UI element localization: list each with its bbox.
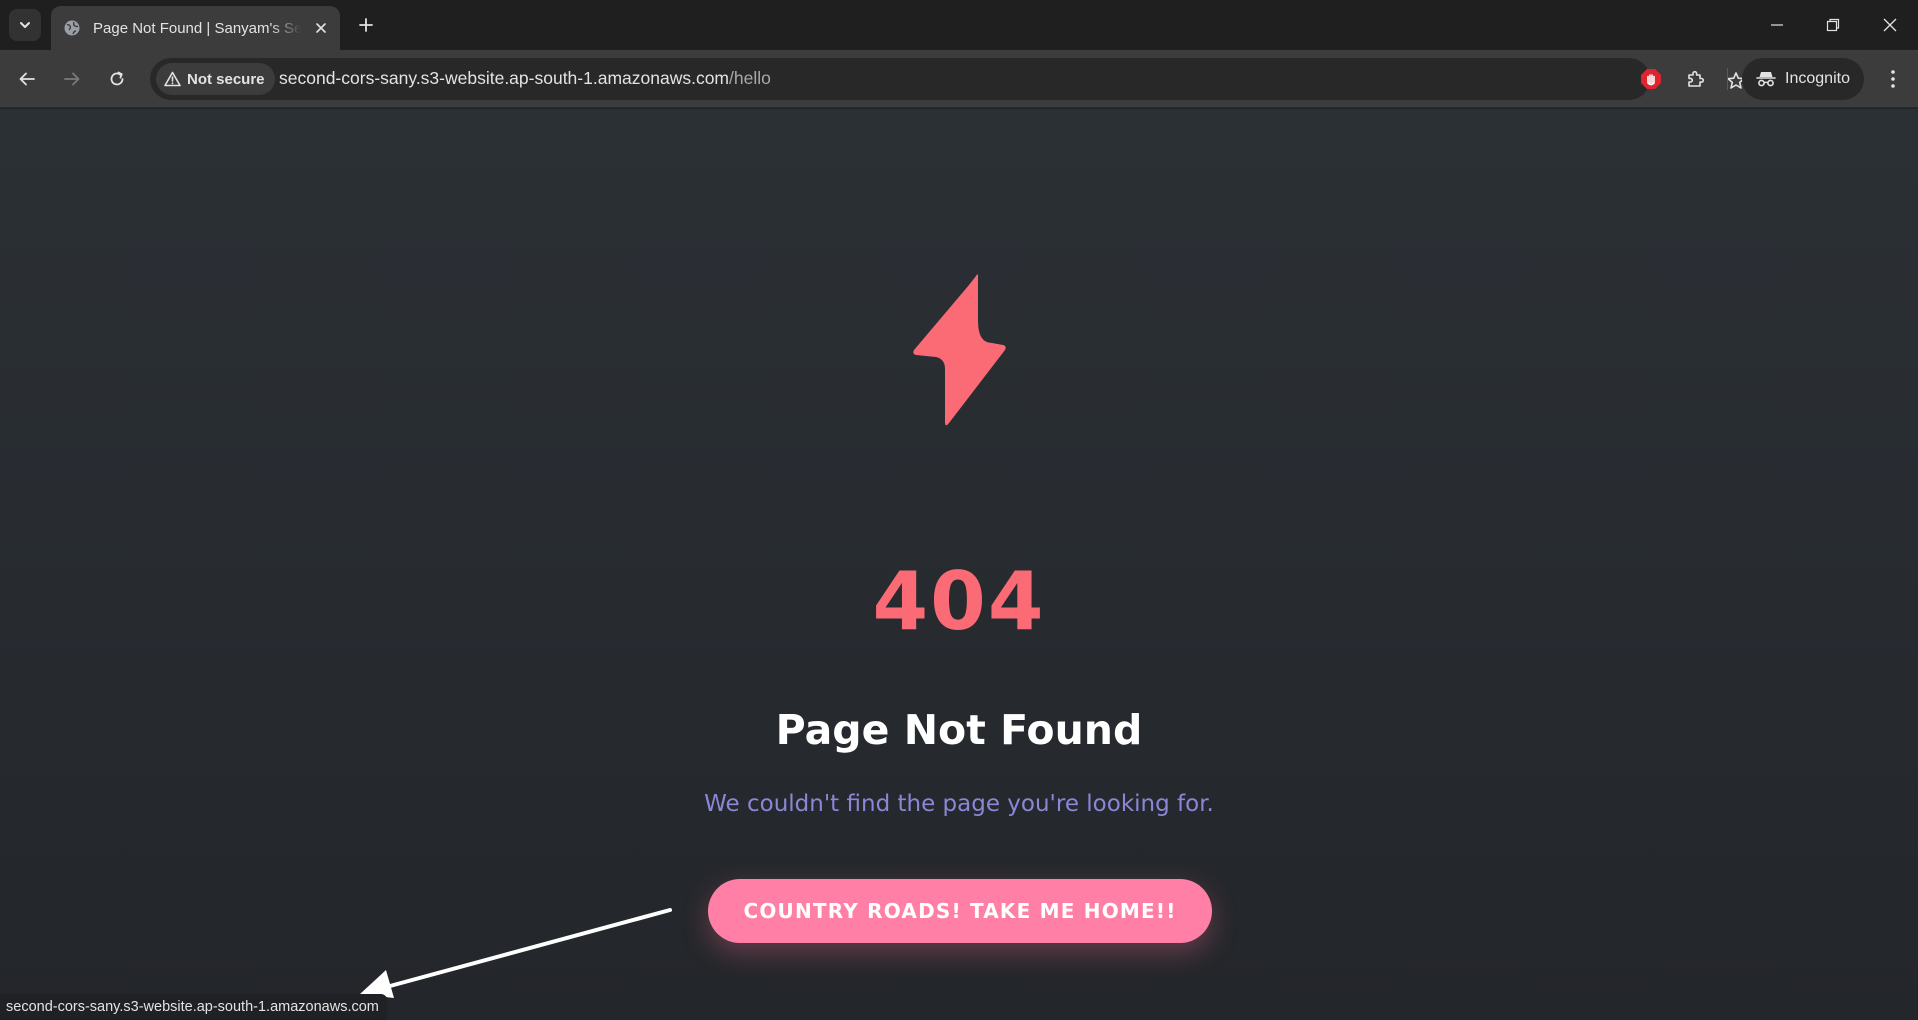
globe-icon bbox=[63, 19, 81, 37]
incognito-icon bbox=[1756, 72, 1776, 87]
error-message: We couldn't find the page you're looking… bbox=[704, 791, 1214, 817]
security-label: Not secure bbox=[187, 70, 265, 88]
incognito-profile-button[interactable]: Incognito bbox=[1742, 58, 1864, 100]
minimize-button[interactable] bbox=[1762, 10, 1792, 40]
url-path: /hello bbox=[729, 68, 771, 88]
address-bar[interactable]: Not secure second-cors-sany.s3-website.a… bbox=[150, 58, 1745, 100]
chevron-down-icon bbox=[20, 22, 30, 28]
minimize-icon bbox=[1771, 24, 1783, 26]
stop-hand-icon bbox=[1641, 69, 1661, 89]
error-code: 404 bbox=[872, 555, 1046, 648]
puzzle-piece-icon bbox=[1688, 70, 1705, 87]
close-tab-icon[interactable] bbox=[311, 18, 331, 38]
restore-icon bbox=[1826, 18, 1840, 32]
warning-icon bbox=[164, 71, 181, 87]
page-title: Page Not Found bbox=[775, 706, 1143, 754]
arrow-right-icon bbox=[64, 72, 80, 86]
lightning-bolt-icon bbox=[913, 274, 1006, 426]
reload-button[interactable] bbox=[102, 64, 132, 94]
new-tab-button[interactable] bbox=[353, 12, 379, 38]
take-me-home-button[interactable]: COUNTRY ROADS! TAKE ME HOME!! bbox=[708, 879, 1212, 943]
arrow-left-icon bbox=[19, 72, 35, 86]
back-button[interactable] bbox=[12, 64, 42, 94]
browser-toolbar: Not secure second-cors-sany.s3-website.a… bbox=[0, 50, 1918, 108]
tab-title: Page Not Found | Sanyam's Second bbox=[93, 19, 301, 37]
url-host: second-cors-sany.s3-website.ap-south-1.a… bbox=[279, 68, 730, 88]
security-chip[interactable]: Not secure bbox=[156, 63, 275, 95]
restore-button[interactable] bbox=[1818, 10, 1848, 40]
browser-menu-button[interactable] bbox=[1878, 64, 1908, 94]
extension-adblock-button[interactable] bbox=[1636, 64, 1666, 94]
incognito-label: Incognito bbox=[1785, 70, 1850, 87]
reload-icon bbox=[110, 71, 124, 86]
tab-search-button[interactable] bbox=[9, 9, 41, 41]
close-icon bbox=[1883, 18, 1897, 32]
arrow-icon bbox=[360, 908, 672, 998]
page-content: 404 Page Not Found We couldn't find the … bbox=[0, 109, 1918, 1020]
tab-strip: Page Not Found | Sanyam's Second bbox=[0, 0, 1918, 50]
toolbar-divider bbox=[1727, 68, 1728, 90]
active-tab[interactable]: Page Not Found | Sanyam's Second bbox=[51, 6, 340, 50]
url-text[interactable]: second-cors-sany.s3-website.ap-south-1.a… bbox=[279, 68, 771, 89]
forward-button[interactable] bbox=[57, 64, 87, 94]
close-window-button[interactable] bbox=[1875, 10, 1905, 40]
extensions-button[interactable] bbox=[1681, 64, 1711, 94]
status-bar-url: second-cors-sany.s3-website.ap-south-1.a… bbox=[0, 994, 387, 1020]
plus-icon bbox=[359, 18, 373, 32]
more-vertical-icon bbox=[1891, 70, 1895, 88]
